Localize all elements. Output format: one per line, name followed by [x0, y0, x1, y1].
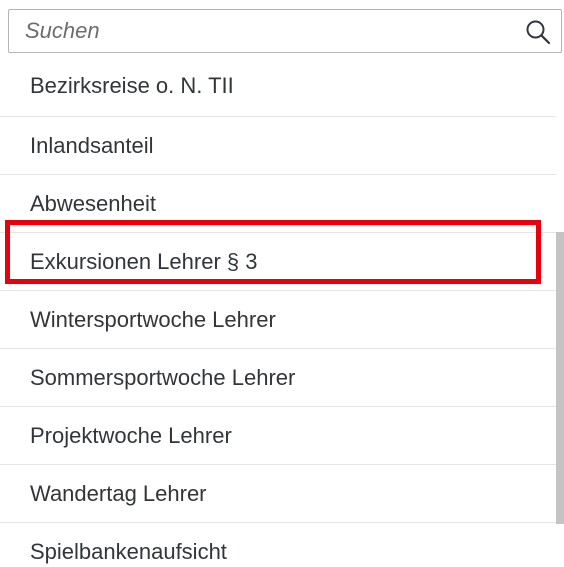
list-item-label: Projektwoche Lehrer: [30, 422, 232, 448]
list-item-exkursionen-lehrer[interactable]: Exkursionen Lehrer § 3: [0, 233, 556, 291]
list-item-label: Abwesenheit: [30, 190, 156, 216]
list-item-label: Bezirksreise o. N. TII: [30, 72, 234, 98]
list-item-projektwoche[interactable]: Projektwoche Lehrer: [0, 407, 556, 465]
list-item-label: Spielbankenaufsicht: [30, 538, 227, 564]
result-list: Bezirksreise o. N. TII Inlandsanteil Abw…: [0, 55, 556, 567]
list-item-label: Inlandsanteil: [30, 132, 154, 158]
list-item-inlandsanteil[interactable]: Inlandsanteil: [0, 117, 556, 175]
search-icon[interactable]: [525, 19, 551, 45]
list-item-label: Exkursionen Lehrer § 3: [30, 248, 258, 274]
scrollbar-thumb[interactable]: [556, 232, 564, 524]
list-item-wandertag[interactable]: Wandertag Lehrer: [0, 465, 556, 523]
list-item-wintersportwoche[interactable]: Wintersportwoche Lehrer: [0, 291, 556, 349]
list-item-bezirksreise[interactable]: Bezirksreise o. N. TII: [0, 55, 556, 117]
list-item-sommersportwoche[interactable]: Sommersportwoche Lehrer: [0, 349, 556, 407]
list-item-label: Sommersportwoche Lehrer: [30, 364, 296, 390]
search-field[interactable]: [8, 9, 562, 53]
list-item-abwesenheit[interactable]: Abwesenheit: [0, 175, 556, 233]
list-item-label: Wintersportwoche Lehrer: [30, 306, 276, 332]
list-item-spielbankenaufsicht[interactable]: Spielbankenaufsicht: [0, 523, 556, 567]
list-item-label: Wandertag Lehrer: [30, 480, 207, 506]
search-input[interactable]: [9, 10, 525, 52]
